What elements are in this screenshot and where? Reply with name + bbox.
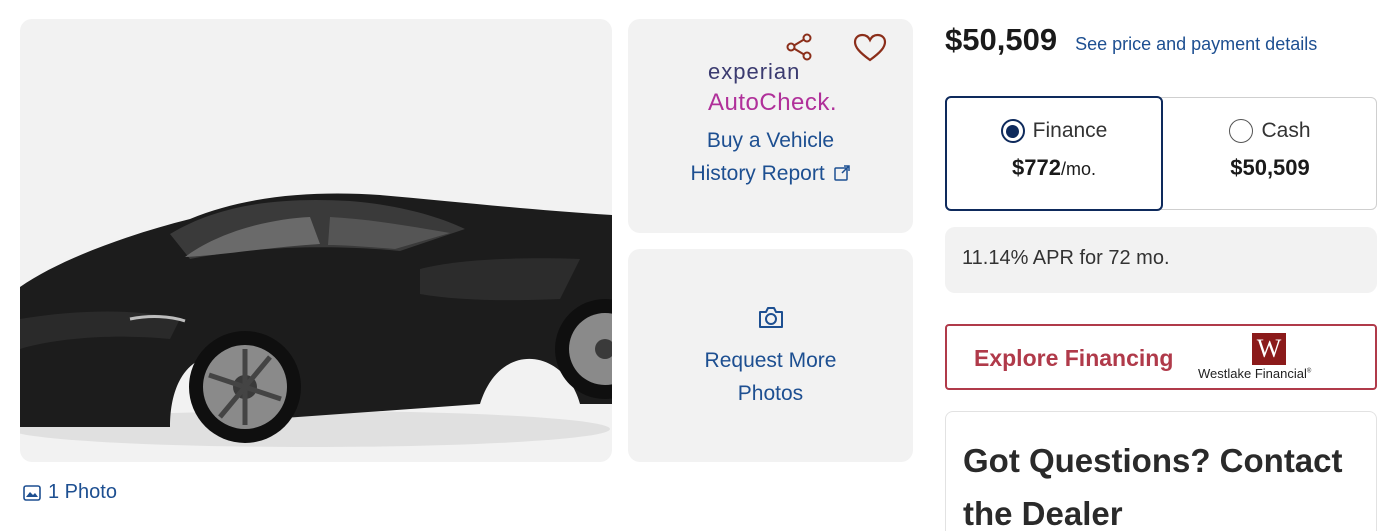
image-icon [22, 483, 42, 503]
vehicle-price: $50,509 [945, 22, 1058, 57]
contact-dealer-card: Got Questions? Contact the Dealer [945, 411, 1377, 531]
payment-type-selector: Cash $50,509 Finance $772/mo. [945, 96, 1378, 211]
contact-title: Got Questions? Contact the Dealer [963, 442, 1343, 531]
vehicle-main-photo[interactable] [20, 19, 612, 462]
apr-info: 11.14% APR for 72 mo. [945, 227, 1377, 293]
buy-history-report-link[interactable]: Buy a Vehicle History Report [628, 124, 913, 190]
cash-radio[interactable] [1229, 119, 1254, 143]
photo-count-label: 1 Photo [48, 481, 117, 503]
car-image [20, 193, 612, 447]
explore-financing-label: Explore Financing [974, 345, 1174, 371]
finance-label: Finance [1032, 119, 1108, 142]
share-icon [786, 33, 812, 61]
cash-option[interactable]: Cash $50,509 [1162, 98, 1378, 211]
finance-amount: $772/mo. [1012, 155, 1096, 180]
cash-label: Cash [1261, 119, 1311, 142]
request-more-photos-link[interactable]: Request More Photos [628, 344, 913, 410]
westlake-name: Westlake Financial® [1198, 366, 1312, 381]
experian-logo: experian [708, 59, 801, 84]
finance-radio[interactable] [1000, 119, 1025, 143]
westlake-logo: W [1252, 333, 1286, 365]
finance-option[interactable]: Finance $772/mo. [945, 96, 1163, 211]
price-details-link[interactable]: See price and payment details [1075, 34, 1317, 55]
photo-count-link[interactable]: 1 Photo [22, 481, 117, 504]
heart-icon [853, 33, 887, 62]
history-link-line2: History Report [628, 157, 913, 190]
autocheck-logo: AutoCheck. [708, 89, 838, 116]
explore-financing-button[interactable]: Explore Financing [945, 324, 1377, 390]
camera-icon [757, 305, 785, 331]
history-link-line1: Buy a Vehicle [706, 129, 835, 152]
external-link-icon [833, 165, 850, 181]
request-link-line1: Request More [704, 349, 837, 372]
cash-amount: $50,509 [1230, 155, 1310, 180]
price-header: $50,509 See price and payment details [945, 22, 1317, 58]
request-link-line2: Photos [737, 382, 804, 405]
favorite-button[interactable] [852, 31, 888, 65]
